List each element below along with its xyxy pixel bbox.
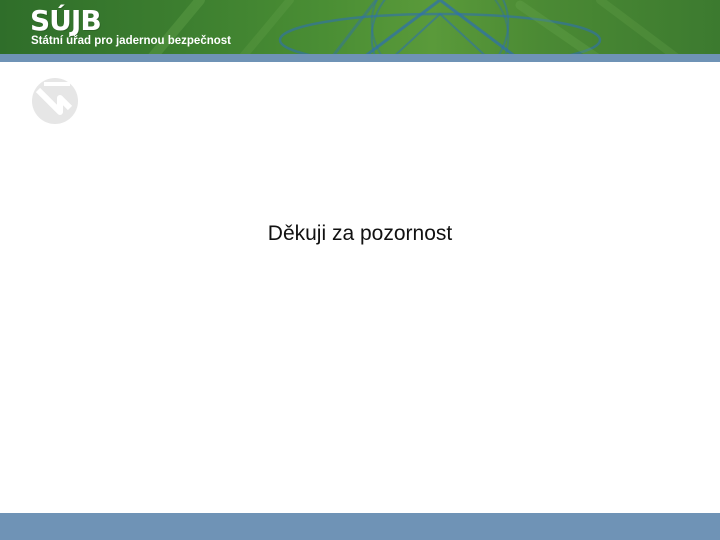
organization-name: Státní úřad pro jadernou bezpečnost xyxy=(31,35,231,47)
thanks-text: Děkuji za pozornost xyxy=(267,222,453,245)
header-stripe xyxy=(0,54,720,62)
sujb-logo-watermark-icon xyxy=(32,78,78,124)
footer-band xyxy=(0,513,720,540)
atom-graphic-icon xyxy=(146,0,682,56)
sujb-logo: SÚJB xyxy=(30,4,102,37)
header-banner: SÚJB Státní úřad pro jadernou bezpečnost xyxy=(0,0,720,56)
